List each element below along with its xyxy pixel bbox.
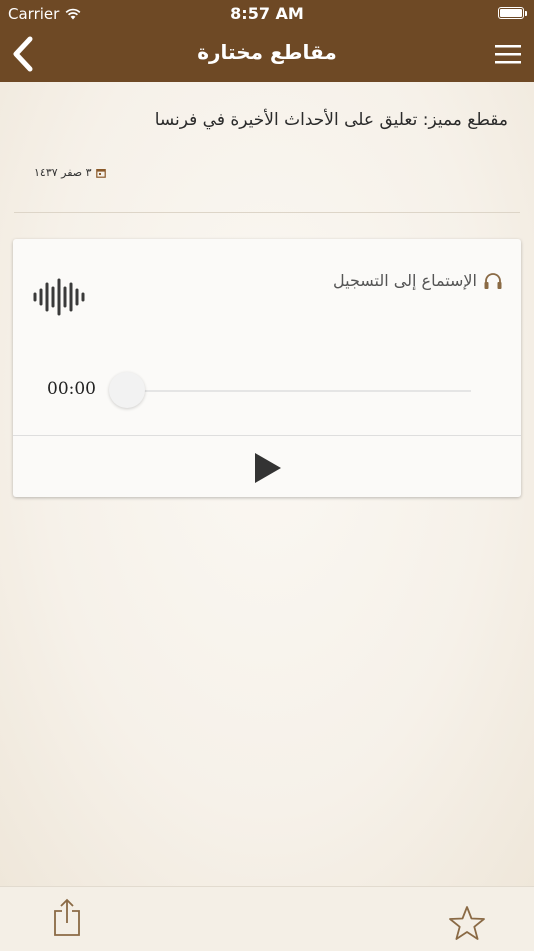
bottom-toolbar	[0, 886, 534, 951]
hamburger-menu-icon[interactable]	[494, 42, 522, 66]
post-date-text: ٣ صفر ١٤٣٧	[34, 166, 92, 179]
audio-player-card: الإستماع إلى التسجيل 00:00	[13, 239, 521, 497]
play-icon[interactable]	[253, 451, 283, 485]
star-icon[interactable]	[448, 905, 486, 941]
app-header: Carrier 8:57 AM مقاطع مختارة	[0, 0, 534, 82]
progress-slider-track[interactable]	[125, 390, 471, 392]
sound-wave-icon	[33, 278, 85, 316]
divider	[14, 212, 520, 213]
share-icon[interactable]	[52, 897, 82, 937]
post-title: مقطع مميز: تعليق على الأحداث الأخيرة في …	[154, 110, 508, 130]
calendar-icon	[95, 168, 106, 178]
headphones-icon	[484, 272, 502, 289]
status-bar: Carrier 8:57 AM	[0, 0, 534, 28]
page-title: مقاطع مختارة	[197, 40, 337, 64]
content-area: مقطع مميز: تعليق على الأحداث الأخيرة في …	[0, 82, 534, 886]
current-time: 00:00	[47, 379, 96, 399]
battery-icon	[498, 7, 527, 19]
status-time: 8:57 AM	[230, 4, 304, 23]
post-date: ٣ صفر ١٤٣٧	[34, 166, 106, 179]
audio-card-heading: الإستماع إلى التسجيل	[333, 271, 503, 290]
progress-slider-thumb[interactable]	[109, 372, 145, 408]
audio-card-heading-text: الإستماع إلى التسجيل	[333, 271, 477, 290]
card-divider	[13, 435, 521, 436]
